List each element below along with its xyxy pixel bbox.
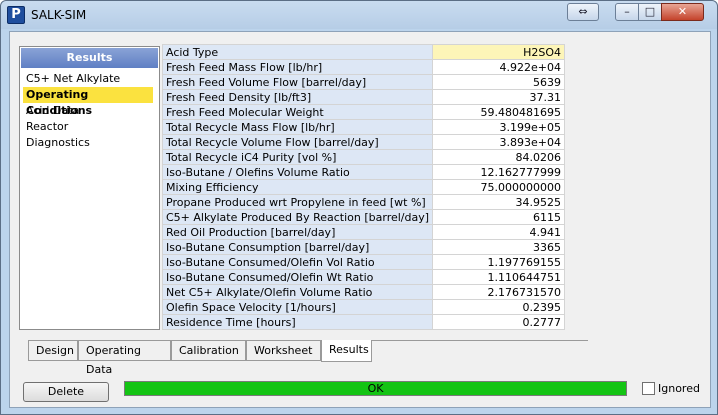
row-label: Total Recycle iC4 Purity [vol %] (161, 149, 434, 165)
row-value[interactable]: 2.176731570 (432, 284, 565, 300)
results-sidebar: Results C5+ Net Alkylate Operating Condi… (19, 46, 160, 330)
row-value[interactable]: 4.922e+04 (432, 59, 565, 75)
row-value[interactable]: H2SO4 (432, 44, 565, 60)
row-value[interactable]: 75.000000000 (432, 179, 565, 195)
sidebar-item-operating-conditions[interactable]: Operating Conditions (23, 87, 153, 117)
client-area: Results C5+ Net Alkylate Operating Condi… (9, 31, 711, 408)
maximize-button[interactable]: □ (638, 3, 662, 21)
row-value[interactable]: 3.893e+04 (432, 134, 565, 150)
row-value[interactable]: 3.199e+05 (432, 119, 565, 135)
table-row[interactable]: Iso-Butane / Olefins Volume Ratio 12.1627… (161, 164, 565, 180)
row-label: Olefin Space Velocity [1/hours] (161, 299, 434, 315)
table-row[interactable]: Iso-Butane Consumed/Olefin Wt Ratio 1.110… (161, 269, 565, 285)
tab-operating-data[interactable]: Operating Data (78, 341, 171, 376)
close-button[interactable]: ✕ (661, 3, 704, 21)
row-label: Net C5+ Alkylate/Olefin Volume Ratio (161, 284, 434, 300)
row-value[interactable]: 0.2395 (432, 299, 565, 315)
row-value[interactable]: 34.9525 (432, 194, 565, 210)
row-label: C5+ Alkylate Produced By Reaction [barre… (161, 209, 434, 225)
title-bar[interactable]: P SALK-SIM ⇔ – □ ✕ (1, 1, 717, 29)
window-title: SALK-SIM (31, 8, 87, 22)
row-label: Iso-Butane Consumption [barrel/day] (161, 239, 434, 255)
row-label: Total Recycle Volume Flow [barrel/day] (161, 134, 434, 150)
table-row[interactable]: Net C5+ Alkylate/Olefin Volume Ratio 2.17… (161, 284, 565, 300)
row-value[interactable]: 12.162777999 (432, 164, 565, 180)
row-label: Fresh Feed Volume Flow [barrel/day] (161, 74, 434, 90)
row-value[interactable]: 6115 (432, 209, 565, 225)
sidebar-item-reactor[interactable]: Reactor (23, 119, 153, 135)
row-label: Fresh Feed Density [lb/ft3] (161, 89, 434, 105)
row-label: Fresh Feed Mass Flow [lb/hr] (161, 59, 434, 75)
table-row[interactable]: Fresh Feed Molecular Weight 59.480481695 (161, 104, 565, 120)
row-label: Iso-Butane Consumed/Olefin Wt Ratio (161, 269, 434, 285)
row-value[interactable]: 84.0206 (432, 149, 565, 165)
table-row[interactable]: Fresh Feed Density [lb/ft3] 37.31 (161, 89, 565, 105)
swap-icon[interactable]: ⇔ (567, 3, 599, 21)
row-label: Total Recycle Mass Flow [lb/hr] (161, 119, 434, 135)
row-label: Mixing Efficiency (161, 179, 434, 195)
table-row[interactable]: Mixing Efficiency 75.000000000 (161, 179, 565, 195)
minimize-button[interactable]: – (615, 3, 639, 21)
table-row[interactable]: Olefin Space Velocity [1/hours] 0.2395 (161, 299, 565, 315)
tab-results[interactable]: Results (321, 340, 372, 362)
row-value[interactable]: 1.197769155 (432, 254, 565, 270)
table-row[interactable]: Total Recycle Mass Flow [lb/hr] 3.199e+05 (161, 119, 565, 135)
table-row[interactable]: Total Recycle Volume Flow [barrel/day] 3.… (161, 134, 565, 150)
main-window: P SALK-SIM ⇔ – □ ✕ Results C5+ Net Alkyl… (0, 0, 718, 415)
table-row[interactable]: Total Recycle iC4 Purity [vol %] 84.0206 (161, 149, 565, 165)
table-row[interactable]: C5+ Alkylate Produced By Reaction [barre… (161, 209, 565, 225)
row-value[interactable]: 4.941 (432, 224, 565, 240)
table-row[interactable]: Fresh Feed Volume Flow [barrel/day] 5639 (161, 74, 565, 90)
app-logo-icon: P (7, 6, 25, 24)
row-label: Acid Type (161, 44, 434, 60)
sidebar-header: Results (21, 48, 158, 68)
row-value[interactable]: 0.2777 (432, 314, 565, 330)
ignored-label: Ignored (658, 382, 700, 395)
tab-worksheet[interactable]: Worksheet (246, 341, 321, 361)
status-indicator: OK (124, 381, 627, 396)
table-row[interactable]: Fresh Feed Mass Flow [lb/hr] 4.922e+04 (161, 59, 565, 75)
row-value[interactable]: 59.480481695 (432, 104, 565, 120)
table-row[interactable]: Iso-Butane Consumed/Olefin Vol Ratio 1.19… (161, 254, 565, 270)
delete-button[interactable]: Delete (23, 382, 109, 402)
row-label: Iso-Butane / Olefins Volume Ratio (161, 164, 434, 180)
row-label: Iso-Butane Consumed/Olefin Vol Ratio (161, 254, 434, 270)
row-label: Residence Time [hours] (161, 314, 434, 330)
row-label: Propane Produced wrt Propylene in feed [… (161, 194, 434, 210)
row-value[interactable]: 5639 (432, 74, 565, 90)
row-label: Fresh Feed Molecular Weight (161, 104, 434, 120)
table-row[interactable]: Acid Type H2SO4 (161, 44, 565, 60)
tab-bar: Design Operating Data Calibration Worksh… (28, 340, 588, 376)
sidebar-item-diagnostics[interactable]: Diagnostics (23, 135, 153, 151)
tab-design[interactable]: Design (28, 341, 78, 361)
sidebar-item-acid-data[interactable]: Acid Data (23, 103, 153, 119)
tab-calibration[interactable]: Calibration (171, 341, 246, 361)
row-value[interactable]: 37.31 (432, 89, 565, 105)
sidebar-item-c5-net-alkylate[interactable]: C5+ Net Alkylate (23, 71, 153, 87)
ignored-checkbox[interactable] (642, 382, 655, 395)
table-row[interactable]: Iso-Butane Consumption [barrel/day] 3365 (161, 239, 565, 255)
row-value[interactable]: 1.110644751 (432, 269, 565, 285)
table-row[interactable]: Propane Produced wrt Propylene in feed [… (161, 194, 565, 210)
row-value[interactable]: 3365 (432, 239, 565, 255)
row-label: Red Oil Production [barrel/day] (161, 224, 434, 240)
table-row[interactable]: Residence Time [hours] 0.2777 (161, 314, 565, 330)
results-table: Acid Type H2SO4 Fresh Feed Mass Flow [lb/h… (161, 44, 565, 330)
table-row[interactable]: Red Oil Production [barrel/day] 4.941 (161, 224, 565, 240)
